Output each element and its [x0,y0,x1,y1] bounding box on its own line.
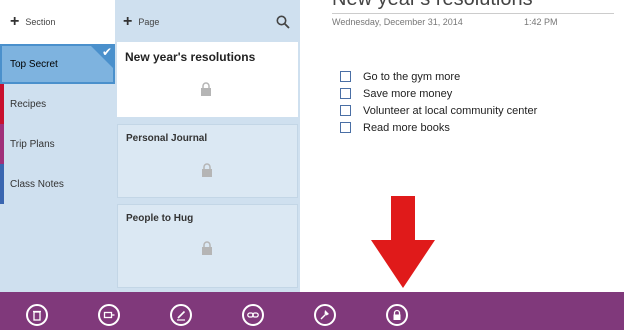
plus-icon: + [10,13,20,30]
edit-button[interactable] [170,304,192,326]
add-page-button[interactable]: + Page [115,0,300,44]
note-title[interactable]: New year's resolutions [332,0,533,11]
todo-text[interactable]: Read more books [363,122,450,134]
sections-background [0,204,115,292]
todo-item: Go to the gym more [340,68,537,85]
todo-text[interactable]: Go to the gym more [363,71,460,83]
todo-item: Save more money [340,85,537,102]
page-title: New year's resolutions [125,50,256,64]
section-tab-top-secret[interactable]: Top Secret ✔ [0,44,115,84]
todo-checkbox[interactable] [340,105,351,116]
section-color-bar [0,84,4,124]
pages-panel: + Page New year's resolutions Personal J… [115,0,300,292]
link-icon [247,312,259,318]
todo-item: Read more books [340,119,537,136]
delete-icon [33,310,41,321]
search-icon[interactable] [276,15,290,29]
todo-text[interactable]: Volunteer at local community center [363,105,537,117]
lock-icon [201,82,211,96]
pin-button[interactable] [314,304,336,326]
checkmark-icon: ✔ [91,45,113,68]
add-section-label: Section [25,17,56,27]
todo-checkbox[interactable] [340,71,351,82]
todo-checkbox[interactable] [340,122,351,133]
lock-button[interactable] [386,304,408,326]
page-title: People to Hug [126,213,194,224]
sections-panel: + Section Top Secret ✔ Recipes Trip Plan… [0,0,115,292]
red-arrow-annotation [371,196,435,288]
add-section-button[interactable]: + Section [0,0,115,44]
note-canvas[interactable]: New year's resolutions Wednesday, Decemb… [300,0,624,292]
todo-text[interactable]: Save more money [363,88,452,100]
note-time: 1:42 PM [524,17,558,27]
add-page-label: Page [138,17,160,27]
page-item-people-to-hug[interactable]: People to Hug [117,204,298,288]
section-tab-class-notes[interactable]: Class Notes [0,164,115,204]
section-tab-trip-plans[interactable]: Trip Plans [0,124,115,164]
lock-icon [393,309,401,320]
section-label: Class Notes [10,178,64,190]
edit-icon [177,310,186,321]
page-title: Personal Journal [126,133,208,144]
todo-checkbox[interactable] [340,88,351,99]
note-date: Wednesday, December 31, 2014 [332,17,463,27]
section-color-bar [0,124,4,164]
tag-button[interactable] [98,304,120,326]
section-label: Recipes [10,98,47,110]
title-divider [332,13,614,14]
page-item-new-years-resolutions[interactable]: New year's resolutions [117,42,298,117]
section-label: Trip Plans [10,138,55,150]
app-bar [0,292,624,330]
lock-icon [202,241,212,255]
todo-item: Volunteer at local community center [340,102,537,119]
section-color-bar [0,164,4,204]
plus-icon: + [123,13,133,30]
lock-icon [202,163,212,177]
section-label: Top Secret [10,58,58,70]
todo-list: Go to the gym more Save more money Volun… [340,68,537,136]
tag-icon [103,311,115,319]
page-item-personal-journal[interactable]: Personal Journal [117,124,298,198]
pin-icon [320,310,329,320]
section-tab-recipes[interactable]: Recipes [0,84,115,124]
link-button[interactable] [242,304,264,326]
delete-button[interactable] [26,304,48,326]
